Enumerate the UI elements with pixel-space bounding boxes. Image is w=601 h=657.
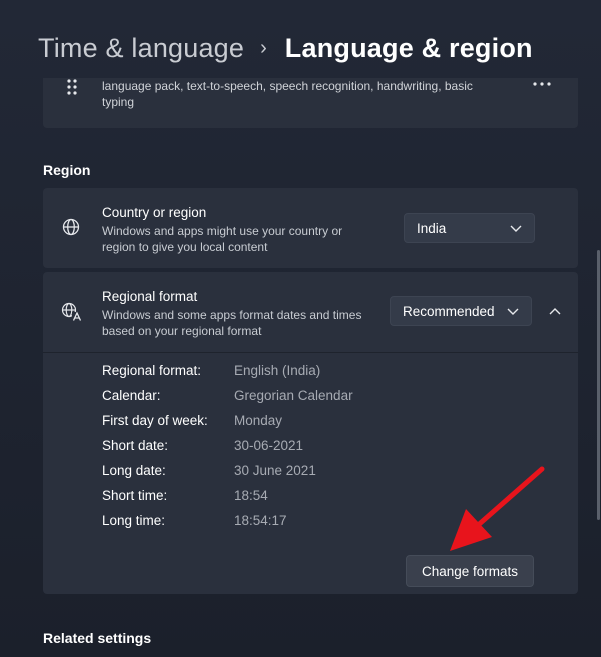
annotation-arrow-icon bbox=[450, 466, 545, 551]
region-section-label: Region bbox=[43, 162, 91, 178]
country-dropdown-value: India bbox=[417, 220, 447, 236]
detail-value: 30 June 2021 bbox=[234, 463, 316, 478]
detail-value: 30-06-2021 bbox=[234, 438, 304, 453]
regional-format-description: Windows and some apps format dates and t… bbox=[102, 308, 362, 338]
more-options-icon[interactable] bbox=[532, 81, 552, 87]
detail-value: English (India) bbox=[234, 363, 321, 378]
chevron-down-icon bbox=[507, 308, 519, 315]
detail-value: Gregorian Calendar bbox=[234, 388, 353, 403]
detail-value: Monday bbox=[234, 413, 283, 428]
detail-key: Long date: bbox=[102, 463, 166, 478]
detail-value: 18:54:17 bbox=[234, 513, 287, 528]
country-region-card: Country or region Windows and apps might… bbox=[43, 188, 578, 268]
drag-handle-icon[interactable] bbox=[65, 78, 79, 96]
related-settings-label: Related settings bbox=[43, 630, 152, 646]
scrollbar[interactable] bbox=[597, 250, 600, 520]
chevron-up-icon bbox=[549, 308, 561, 315]
breadcrumb: Time & language › Language & region bbox=[38, 28, 533, 68]
country-region-description: Windows and apps might use your country … bbox=[102, 224, 343, 254]
detail-key: Regional format: bbox=[102, 363, 202, 378]
regional-format-dropdown[interactable]: Recommended bbox=[390, 296, 532, 326]
chevron-down-icon bbox=[510, 225, 522, 232]
detail-key: Long time: bbox=[102, 513, 166, 528]
change-formats-button[interactable]: Change formats bbox=[406, 555, 534, 587]
detail-key: Short time: bbox=[102, 488, 168, 503]
card-divider bbox=[43, 352, 578, 353]
country-dropdown[interactable]: India bbox=[404, 213, 535, 243]
collapse-regional-format-button[interactable] bbox=[541, 298, 569, 326]
language-icon bbox=[61, 302, 82, 321]
detail-key: Short date: bbox=[102, 438, 169, 453]
detail-key: Calendar: bbox=[102, 388, 161, 403]
chevron-right-icon: › bbox=[260, 36, 267, 59]
page-title: Language & region bbox=[284, 32, 533, 63]
language-pack-card: language pack, text-to-speech, speech re… bbox=[43, 78, 578, 128]
detail-key: First day of week: bbox=[102, 413, 208, 428]
country-region-title: Country or region bbox=[102, 205, 207, 220]
globe-icon bbox=[62, 218, 80, 236]
regional-format-title: Regional format bbox=[102, 289, 198, 304]
language-features-description: language pack, text-to-speech, speech re… bbox=[102, 79, 473, 109]
regional-format-dropdown-value: Recommended bbox=[403, 303, 495, 319]
breadcrumb-parent-link[interactable]: Time & language bbox=[38, 33, 244, 64]
detail-value: 18:54 bbox=[234, 488, 268, 503]
